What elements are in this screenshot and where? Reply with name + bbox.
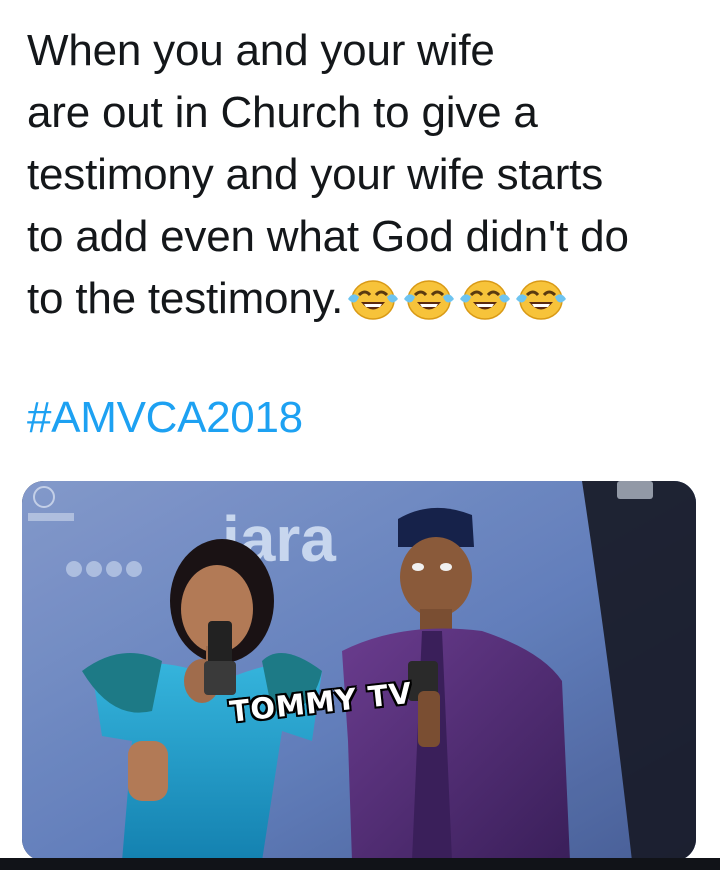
bottom-bar [0,858,720,870]
hashtag-link[interactable]: #AMVCA2018 [27,388,303,448]
face-with-tears-of-joy-icon [404,280,455,320]
meme-post: When you and your wife are out in Church… [0,0,720,870]
face-with-tears-of-joy-icon [516,280,567,320]
tweet-text: When you and your wife are out in Church… [27,20,707,330]
face-with-tears-of-joy-icon [348,280,399,320]
tv-screen-photo: iara [22,481,696,861]
face-with-tears-of-joy-icon [460,280,511,320]
tweet-line-5-text: to the testimony. [27,274,344,323]
tweet-line-2: are out in Church to give a [27,88,538,137]
tweet-line-3: testimony and your wife starts [27,150,604,199]
tweet-line-5: to the testimony. [27,268,707,330]
media-photo[interactable]: iara [22,481,696,861]
tweet-line-4: to add even what God didn't do [27,212,629,261]
tweet-line-1: When you and your wife [27,26,495,75]
